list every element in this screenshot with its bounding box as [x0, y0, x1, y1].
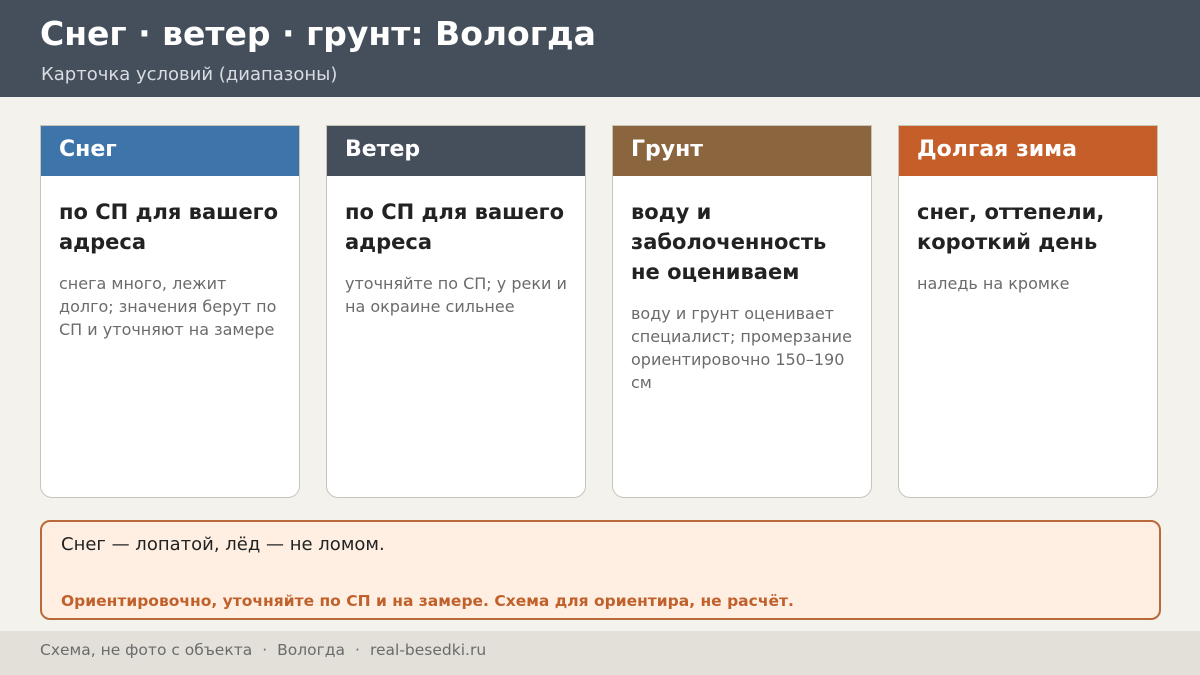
page-title: Снег · ветер · грунт: Вологда — [40, 14, 596, 53]
callout-box: Снег — лопатой, лёд — не ломом. Ориентир… — [40, 520, 1161, 620]
card-snow-header: Снег — [41, 126, 299, 176]
footer-city: Вологда — [277, 641, 346, 659]
page-subtitle: Карточка условий (диапазоны) — [41, 64, 338, 85]
card-wind-main: по СП для вашего адреса — [345, 200, 565, 254]
footer-caption: Схема, не фото с объекта — [40, 641, 253, 659]
card-ground: Грунт воду и заболоченность не оцениваем… — [612, 125, 872, 498]
card-long-winter-note: наледь на кромке — [917, 274, 1070, 293]
callout-note: Ориентировочно, уточняйте по СП и на зам… — [61, 592, 794, 610]
card-long-winter-header: Долгая зима — [899, 126, 1157, 176]
card-long-winter: Долгая зима снег, оттепели, короткий ден… — [898, 125, 1158, 498]
card-long-winter-main: снег, оттепели, короткий день — [917, 200, 1105, 254]
header: Снег · ветер · грунт: Вологда Карточка у… — [0, 0, 1200, 97]
card-wind: Ветер по СП для вашего адреса уточняйте … — [326, 125, 586, 498]
footer: Схема, не фото с объекта · Вологда · real-be… — [0, 631, 1200, 675]
card-snow-main: по СП для вашего адреса — [59, 200, 279, 254]
footer-text: Схема, не фото с объекта · Вологда · real-be… — [40, 641, 486, 659]
callout-main: Снег — лопатой, лёд — не ломом. — [61, 534, 385, 555]
card-snow: Снег по СП для вашего адреса снега много… — [40, 125, 300, 498]
card-ground-main: воду и заболоченность не оцениваем — [631, 200, 827, 284]
card-snow-note: снега много, лежит долго; значения берут… — [59, 274, 277, 339]
card-ground-note: воду и грунт оценивает специалист; проме… — [631, 304, 852, 392]
footer-separator: · — [355, 641, 360, 659]
footer-site: real-besedki.ru — [369, 641, 487, 659]
card-wind-header: Ветер — [327, 126, 585, 176]
card-wind-note: уточняйте по СП; у реки и на окраине сил… — [345, 274, 567, 316]
footer-separator: · — [262, 641, 268, 659]
card-ground-header: Грунт — [613, 126, 871, 176]
